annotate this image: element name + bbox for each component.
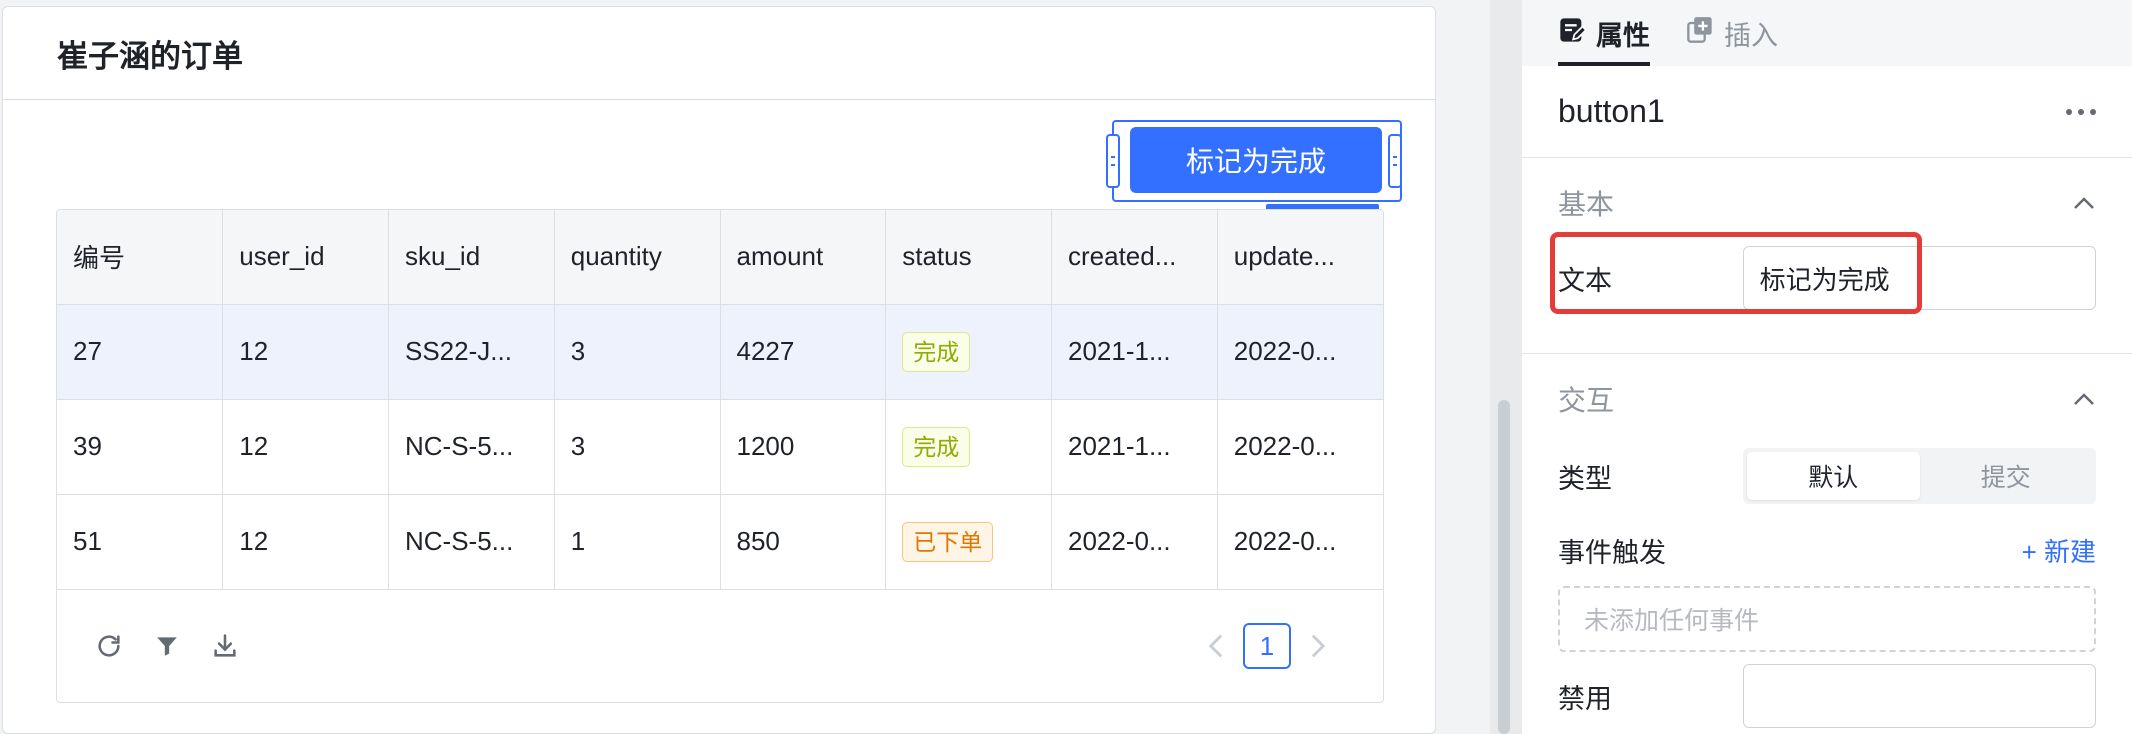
column-header[interactable]: update... [1217,210,1383,305]
column-header[interactable]: quantity [554,210,721,305]
column-header[interactable]: 编号 [57,210,224,305]
event-empty-placeholder[interactable]: 未添加任何事件 [1558,586,2096,652]
table-cell: 3 [554,304,721,400]
field-label: 文本 [1558,265,1612,296]
table-cell: 2021-1... [1051,304,1218,400]
add-copy-icon [1686,16,1714,51]
panel-tabs: 属性 插入 [1522,0,2132,66]
column-header[interactable]: status [885,210,1052,305]
field-label: 类型 [1558,463,1612,494]
table-cell: NC-S-5... [388,494,555,590]
type-segmented-control: 默认 提交 [1743,448,2096,504]
tab-label: 属性 [1596,20,1650,51]
table-cell: 27 [57,304,224,400]
chevron-up-icon[interactable] [2072,387,2096,411]
table-cell: 51 [57,494,224,590]
chevron-up-icon[interactable] [2072,191,2096,215]
table-cell: 完成 [885,399,1052,495]
component-header: button1 [1522,66,2132,158]
type-option-submit[interactable]: 提交 [1920,452,2093,500]
table-cell: 4227 [720,304,887,400]
table-cell: 已下单 [885,494,1052,590]
disabled-input[interactable] [1742,664,2096,728]
table-cell: 12 [222,399,389,495]
table-header-row: 编号 user_id sku_id quantity amount status… [57,210,1383,305]
table-footer: 1 [57,590,1383,702]
current-page[interactable]: 1 [1243,623,1291,669]
table-row[interactable]: 51 12 NC-S-5... 1 850 已下单 2022-0... 2022… [57,494,1383,590]
column-header[interactable]: user_id [222,210,389,305]
type-field-row: 类型 默认 提交 [1558,444,2096,508]
properties-panel: 属性 插入 button1 基本 文本 标记为完成 交互 类型 默认 提交 事件… [1522,0,2132,734]
disabled-field-row: 禁用 [1558,664,2096,728]
prev-page-icon[interactable] [1201,631,1231,661]
event-trigger-row: 事件触发 + 新建 [1558,520,2096,580]
table-row[interactable]: 27 12 SS22-J... 3 4227 完成 2021-1... 2022… [57,304,1383,400]
card-title: 崔子涵的订单 [57,38,243,74]
type-option-default[interactable]: 默认 [1747,452,1920,500]
table-cell: 2022-0... [1217,399,1383,495]
component-name: button1 [1558,93,1665,129]
column-header[interactable]: amount [720,210,887,305]
section-interaction: 交互 类型 默认 提交 事件触发 + 新建 未添加任何事件 禁用 [1522,354,2132,728]
download-icon[interactable] [209,630,241,662]
edit-doc-icon [1558,16,1588,51]
column-header[interactable]: created... [1051,210,1218,305]
field-label: 事件触发 [1558,537,1666,568]
orders-table: 编号 user_id sku_id quantity amount status… [56,209,1384,703]
table-cell: NC-S-5... [388,399,555,495]
column-header[interactable]: sku_id [388,210,555,305]
table-cell: 2021-1... [1051,399,1218,495]
section-title: 交互 [1558,385,1615,416]
mark-complete-button[interactable]: 标记为完成 [1130,127,1382,193]
more-icon[interactable] [2066,108,2096,115]
filter-icon[interactable] [151,630,183,662]
tab-label: 插入 [1724,20,1778,51]
table-cell: 1 [554,494,721,590]
status-badge: 完成 [902,426,971,467]
pagination: 1 [1201,623,1333,669]
table-cell: 2022-0... [1217,304,1383,400]
card-header: 崔子涵的订单 [3,7,1435,100]
next-page-icon[interactable] [1303,631,1333,661]
section-basic: 基本 文本 标记为完成 [1522,158,2132,354]
field-label: 禁用 [1558,683,1612,714]
refresh-icon[interactable] [93,630,125,662]
table-cell: 1200 [720,399,887,495]
table-cell: 2022-0... [1051,494,1218,590]
table-cell: SS22-J... [388,304,555,400]
table-row[interactable]: 39 12 NC-S-5... 3 1200 完成 2021-1... 2022… [57,399,1383,495]
new-event-button[interactable]: + 新建 [2022,532,2096,569]
tab-properties[interactable]: 属性 [1558,0,1650,66]
table-cell: 39 [57,399,224,495]
table-cell: 完成 [885,304,1052,400]
table-cell: 3 [554,399,721,495]
text-input[interactable]: 标记为完成 [1742,246,2096,310]
table-cell: 2022-0... [1217,494,1383,590]
table-cell: 12 [222,304,389,400]
resize-handle-left[interactable] [1106,134,1120,188]
section-title: 基本 [1558,189,1615,220]
canvas-scrollbar-thumb[interactable] [1498,400,1510,734]
table-cell: 850 [720,494,887,590]
text-field-row: 文本 标记为完成 [1550,232,2096,314]
section-basic-header[interactable]: 基本 [1558,158,2096,248]
section-interaction-header[interactable]: 交互 [1558,354,2096,444]
status-badge: 完成 [902,331,971,372]
table-cell: 12 [222,494,389,590]
editor-canvas: 崔子涵的订单 标记为完成 button1 编号 user_id sku_id q… [0,0,1490,734]
resize-handle-right[interactable] [1388,134,1402,188]
status-badge: 已下单 [902,521,994,562]
tab-insert[interactable]: 插入 [1686,0,1778,66]
